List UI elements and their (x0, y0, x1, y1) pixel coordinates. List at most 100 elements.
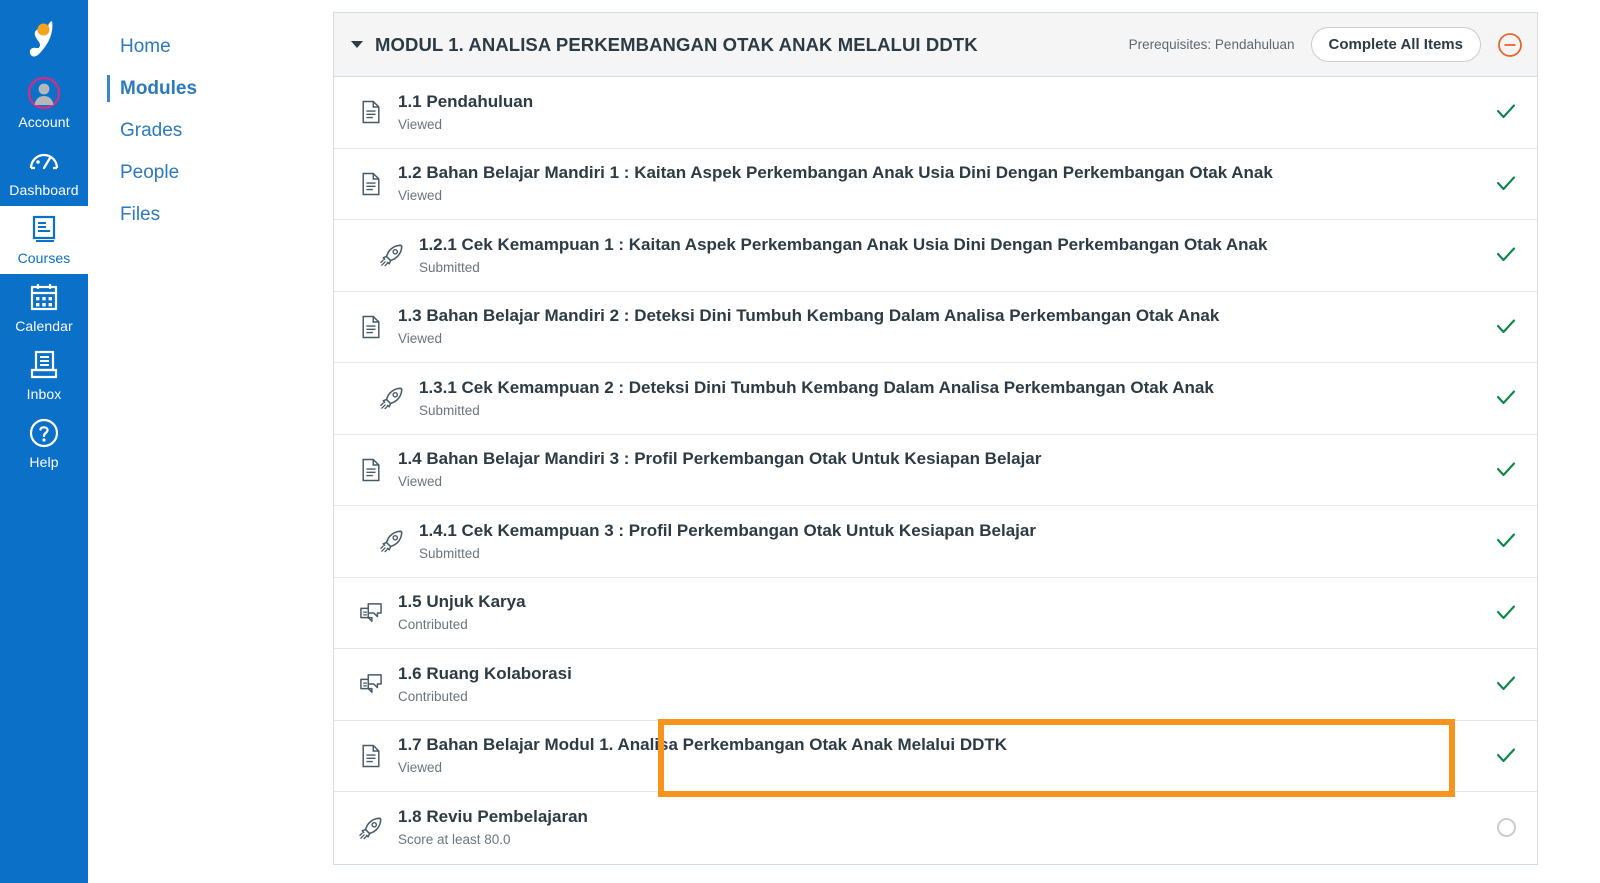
global-nav-courses[interactable]: Courses (0, 206, 88, 274)
dashboard-gauge-icon (29, 153, 59, 170)
module-item-row[interactable]: 1.6 Ruang Kolaborasi Contributed (334, 649, 1537, 721)
module-item-status-text: Submitted (419, 259, 480, 275)
canvas-lms-page: Account Dashboard Courses Calendar Inbox… (0, 0, 1600, 883)
module-item-text: 1.6 Ruang Kolaborasi Contributed (398, 663, 572, 706)
module-item-text: 1.4.1 Cek Kemampuan 3 : Profil Perkemban… (419, 520, 1036, 563)
quiz-rocket-icon (379, 242, 405, 268)
module-item-row[interactable]: 1.2 Bahan Belajar Mandiri 1 : Kaitan Asp… (334, 148, 1537, 220)
document-page-icon (358, 99, 384, 125)
document-page-icon (362, 315, 380, 339)
quiz-rocket-icon (358, 815, 384, 841)
module-item-list: 1.1 Pendahuluan Viewed 1.2 Bahan Belajar … (334, 77, 1537, 864)
completed-check-icon (1496, 462, 1516, 476)
completed-check-icon (1491, 602, 1521, 624)
module-item-title[interactable]: 1.2.1 Cek Kemampuan 1 : Kaitan Aspek Per… (419, 234, 1267, 256)
completed-check-icon (1491, 316, 1521, 338)
course-nav-grades[interactable]: Grades (88, 110, 332, 152)
module-item-title[interactable]: 1.3.1 Cek Kemampuan 2 : Deteksi Dini Tum… (419, 377, 1214, 399)
module-title: MODUL 1. ANALISA PERKEMBANGAN OTAK ANAK … (375, 33, 978, 55)
completed-check-icon (1496, 104, 1516, 119)
completed-check-icon (1491, 387, 1521, 409)
global-nav-calendar-label: Calendar (15, 318, 73, 334)
module-item-text: 1.4 Bahan Belajar Mandiri 3 : Profil Per… (398, 448, 1041, 491)
global-navigation: Account Dashboard Courses Calendar Inbox… (0, 0, 88, 883)
module-item-status-text: Submitted (419, 402, 480, 418)
module-item-status-text: Viewed (398, 116, 443, 132)
caret-down-icon[interactable] (351, 41, 363, 48)
module-header: MODUL 1. ANALISA PERKEMBANGAN OTAK ANAK … (334, 13, 1537, 77)
global-nav-inbox[interactable]: Inbox (0, 342, 88, 410)
module-item-text: 1.3 Bahan Belajar Mandiri 2 : Deteksi Di… (398, 305, 1219, 348)
course-nav-people[interactable]: People (88, 152, 332, 194)
complete-all-items-button[interactable]: Complete All Items (1310, 27, 1481, 62)
global-nav-help-label: Help (29, 454, 59, 470)
completed-check-icon (1491, 244, 1521, 266)
completed-check-icon (1491, 673, 1521, 695)
module-card: MODUL 1. ANALISA PERKEMBANGAN OTAK ANAK … (333, 12, 1538, 865)
incomplete-circle-shape (1496, 818, 1516, 838)
module-item-row[interactable]: 1.4 Bahan Belajar Mandiri 3 : Profil Per… (334, 434, 1537, 506)
module-item-row[interactable]: 1.1 Pendahuluan Viewed (334, 77, 1537, 149)
module-item-row[interactable]: 1.3.1 Cek Kemampuan 2 : Deteksi Dini Tum… (334, 363, 1537, 435)
document-page-icon (358, 171, 384, 197)
module-item-text: 1.2.1 Cek Kemampuan 1 : Kaitan Aspek Per… (419, 234, 1267, 277)
module-item-title[interactable]: 1.8 Reviu Pembelajaran (398, 806, 588, 828)
quiz-rocket-icon (380, 530, 403, 553)
quiz-rocket-icon (379, 528, 405, 554)
global-nav-account[interactable]: Account (0, 70, 88, 138)
module-item-row[interactable]: 1.4.1 Cek Kemampuan 3 : Profil Perkemban… (334, 506, 1537, 578)
discussion-bubbles-icon (358, 600, 384, 626)
course-nav-files[interactable]: Files (88, 194, 332, 236)
module-item-title[interactable]: 1.6 Ruang Kolaborasi (398, 663, 572, 685)
discussion-bubbles-icon (358, 671, 384, 697)
global-nav-courses-label: Courses (17, 250, 71, 266)
global-nav-help[interactable]: Help (0, 410, 88, 478)
module-item-status-text: Viewed (398, 474, 443, 490)
completed-check-icon (1496, 319, 1516, 333)
course-nav-home[interactable]: Home (88, 26, 332, 68)
institution-logo[interactable] (0, 8, 88, 70)
user-avatar-icon (27, 76, 61, 110)
global-nav-dashboard[interactable]: Dashboard (0, 138, 88, 206)
module-item-title[interactable]: 1.4.1 Cek Kemampuan 3 : Profil Perkemban… (419, 520, 1036, 542)
global-nav-calendar[interactable]: Calendar (0, 274, 88, 342)
module-item-title[interactable]: 1.4 Bahan Belajar Mandiri 3 : Profil Per… (398, 448, 1041, 470)
quiz-rocket-icon (380, 244, 403, 267)
completed-check-icon (1491, 530, 1521, 552)
global-nav-dashboard-label: Dashboard (9, 182, 79, 198)
module-item-row[interactable]: 1.8 Reviu Pembelajaran Score at least 80.… (334, 792, 1537, 864)
course-navigation: Home Modules Grades People Files (88, 0, 333, 883)
course-nav-modules[interactable]: Modules (88, 68, 332, 110)
module-item-status-text: Submitted (419, 545, 480, 561)
completed-check-icon (1496, 390, 1516, 405)
circle-minus-icon[interactable] (1497, 32, 1523, 58)
module-item-title[interactable]: 1.2 Bahan Belajar Mandiri 1 : Kaitan Asp… (398, 162, 1273, 184)
discussion-bubbles-icon (360, 602, 382, 622)
module-item-title[interactable]: 1.7 Bahan Belajar Modul 1. Analisa Perke… (398, 734, 1007, 756)
module-item-text: 1.1 Pendahuluan Viewed (398, 91, 533, 134)
module-item-row[interactable]: 1.5 Unjuk Karya Contributed (334, 577, 1537, 649)
module-item-title[interactable]: 1.5 Unjuk Karya (398, 591, 526, 613)
document-page-icon (358, 743, 384, 769)
document-page-icon (358, 314, 384, 340)
module-item-status-text: Viewed (398, 760, 443, 776)
global-nav-account-label: Account (18, 114, 70, 130)
document-page-icon (362, 458, 380, 482)
module-item-row[interactable]: 1.2.1 Cek Kemampuan 1 : Kaitan Aspek Per… (334, 220, 1537, 292)
completed-check-icon (1496, 533, 1516, 548)
inbox-tray-icon (30, 350, 58, 379)
completed-check-icon (1491, 745, 1521, 767)
module-item-title[interactable]: 1.1 Pendahuluan (398, 91, 533, 113)
module-header-actions: Prerequisites: Pendahuluan Complete All … (1129, 27, 1523, 62)
help-question-icon (29, 418, 59, 448)
module-item-text: 1.8 Reviu Pembelajaran Score at least 80.… (398, 806, 588, 849)
module-item-status-text: Viewed (398, 188, 443, 204)
completed-check-icon (1496, 605, 1516, 619)
module-item-title[interactable]: 1.3 Bahan Belajar Mandiri 2 : Deteksi Di… (398, 305, 1219, 327)
completed-check-icon (1496, 748, 1516, 762)
module-item-status-text: Contributed (398, 688, 468, 704)
module-item-row[interactable]: 1.7 Bahan Belajar Modul 1. Analisa Perke… (334, 720, 1537, 792)
calendar-icon (30, 284, 58, 311)
logo-icon (29, 21, 53, 57)
module-item-row[interactable]: 1.3 Bahan Belajar Mandiri 2 : Deteksi Di… (334, 291, 1537, 363)
